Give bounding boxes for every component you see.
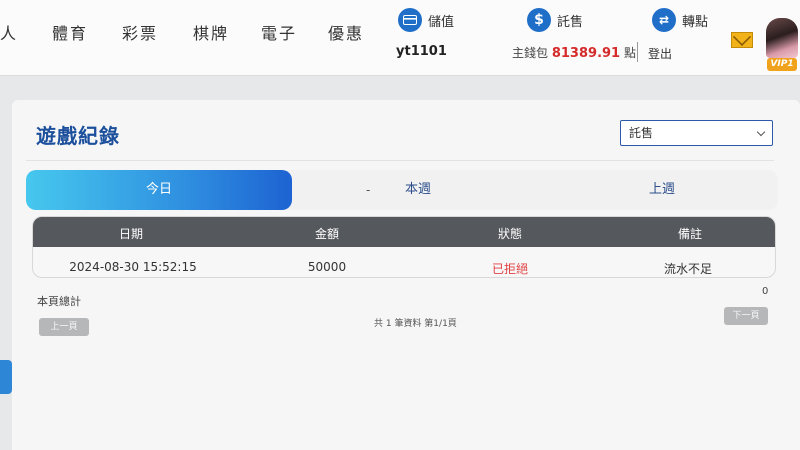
wallet-unit: 點 — [623, 46, 636, 60]
header-divider — [637, 42, 638, 62]
deposit-button[interactable]: 儲值 — [398, 8, 454, 32]
cell-status: 已拒絕 — [491, 262, 529, 276]
table-header: 日期 金額 狀態 備註 — [33, 217, 775, 247]
tab-today[interactable]: 今日 — [26, 170, 292, 210]
logout-link[interactable]: 登出 — [648, 45, 672, 62]
record-info: 共 1 筆資料 第1/1頁 — [374, 319, 457, 329]
page-title: 遊戲紀錄 — [36, 124, 120, 148]
envelope-icon[interactable] — [731, 32, 753, 48]
page-total-value: 0 — [762, 286, 769, 297]
select-value: 託售 — [629, 126, 654, 140]
transfer-button[interactable]: ⇄ 轉點 — [652, 8, 708, 32]
nav-item-sports[interactable]: 體育 — [52, 20, 88, 44]
column-remark: 備註 — [677, 227, 703, 241]
dollar-icon: $ — [527, 8, 551, 32]
avatar[interactable] — [766, 18, 798, 58]
withdraw-button[interactable]: $ 託售 — [527, 8, 583, 32]
column-date: 日期 — [118, 227, 144, 241]
record-type-select[interactable]: 託售 — [620, 120, 773, 146]
left-side-tab[interactable] — [0, 360, 12, 394]
withdraw-label: 託售 — [557, 14, 584, 30]
tab-last-week[interactable]: 上週 — [610, 170, 714, 210]
top-header: 人 體育 彩票 棋牌 電子 優惠 儲值 $ 託售 ⇄ 轉點 yt1101 主錢包… — [0, 0, 800, 76]
wallet-amount: 81389.91 — [551, 46, 621, 61]
page-total-label: 本頁總計 — [37, 295, 81, 308]
nav-item-electronic[interactable]: 電子 — [261, 20, 297, 44]
nav-item-lottery[interactable]: 彩票 — [122, 20, 158, 44]
title-divider — [26, 160, 774, 161]
cell-date: 2024-08-30 15:52:15 — [69, 260, 197, 274]
main-wallet: 主錢包 81389.91 點 — [512, 44, 636, 61]
vip-badge: VIP1 — [767, 58, 797, 71]
prev-page-button[interactable]: 上一頁 — [39, 318, 89, 336]
column-status: 狀態 — [497, 227, 523, 241]
next-page-button[interactable]: 下一頁 — [724, 307, 768, 325]
cell-amount: 50000 — [307, 260, 347, 274]
nav-item-0[interactable]: 人 — [0, 20, 18, 44]
card-icon — [398, 8, 422, 32]
nav-item-chess[interactable]: 棋牌 — [193, 20, 229, 44]
transfer-label: 轉點 — [682, 14, 709, 30]
wallet-label: 主錢包 — [512, 46, 549, 60]
tab-this-week[interactable]: 本週 — [366, 170, 470, 210]
deposit-label: 儲值 — [428, 14, 455, 30]
cell-remark: 流水不足 — [663, 262, 713, 276]
nav-item-promotions[interactable]: 優惠 — [328, 20, 364, 44]
column-amount: 金額 — [314, 227, 340, 241]
records-table: 日期 金額 狀態 備註 2024-08-30 15:52:15 50000 已拒… — [32, 216, 776, 278]
username: yt1101 — [396, 44, 447, 59]
transfer-icon: ⇄ — [652, 8, 676, 32]
chevron-down-icon — [756, 127, 766, 137]
